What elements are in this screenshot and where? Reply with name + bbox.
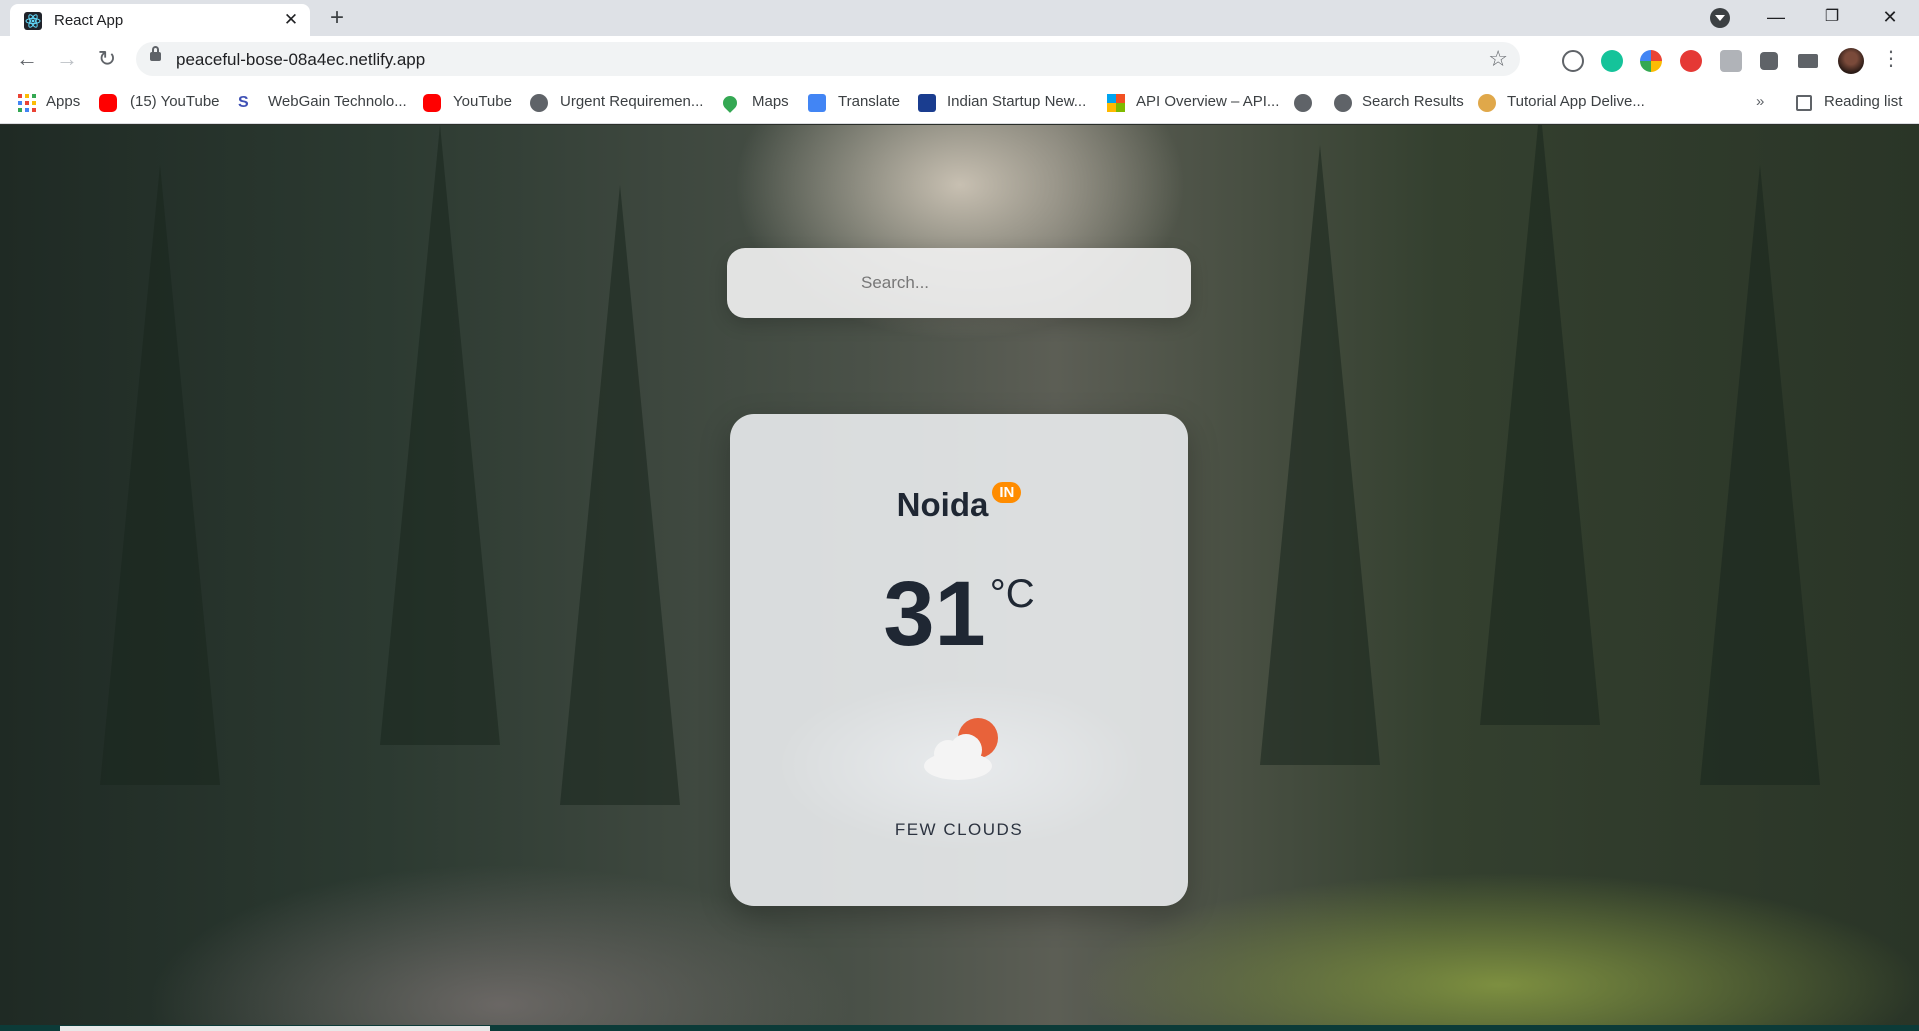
- bookmark-youtube[interactable]: YouTube: [453, 93, 512, 110]
- background-tree: [380, 125, 500, 745]
- apps-grid-icon: [18, 94, 36, 112]
- bookmark-urgent[interactable]: Urgent Requiremen...: [560, 93, 703, 110]
- react-logo-icon: [24, 12, 42, 30]
- color-extension-icon[interactable]: [1640, 50, 1662, 72]
- tab-strip: React App ✕ + — ❐ ✕: [0, 0, 1919, 36]
- weather-card: Noida IN 31 °C FEW CLOUDS: [730, 414, 1188, 906]
- lock-icon: [150, 46, 161, 61]
- puzzle-extensions-icon[interactable]: [1760, 52, 1778, 70]
- country-badge: IN: [992, 482, 1022, 503]
- url-text: peaceful-bose-08a4ec.netlify.app: [176, 50, 426, 69]
- avatar-icon: [1478, 94, 1496, 112]
- background-tree: [1260, 145, 1380, 765]
- close-window-icon[interactable]: ✕: [1870, 2, 1910, 32]
- scrollbar-thumb[interactable]: [60, 1026, 490, 1031]
- reading-list-icon: [1796, 95, 1812, 111]
- close-tab-icon[interactable]: ✕: [280, 9, 302, 31]
- new-tab-button[interactable]: +: [324, 6, 350, 32]
- bookmarks-bar: Apps (15) YouTube S WebGain Technolo... …: [0, 82, 1919, 124]
- globe-icon: [530, 94, 548, 112]
- youtube-icon: [423, 94, 441, 112]
- back-arrow-icon[interactable]: ←: [12, 44, 42, 74]
- globe-icon: [1334, 94, 1352, 112]
- isn-icon: [918, 94, 936, 112]
- address-bar[interactable]: peaceful-bose-08a4ec.netlify.app ☆: [136, 42, 1520, 76]
- background-tree: [560, 185, 680, 805]
- tab-search-icon[interactable]: [1710, 8, 1730, 28]
- adblock-icon[interactable]: [1680, 50, 1702, 72]
- performance-extension-icon[interactable]: [1562, 50, 1584, 72]
- grammarly-icon[interactable]: [1601, 50, 1623, 72]
- city-row: Noida IN: [730, 482, 1188, 524]
- search-input[interactable]: [727, 248, 1191, 318]
- youtube-icon: [99, 94, 117, 112]
- maps-pin-icon: [720, 93, 740, 113]
- forward-arrow-icon[interactable]: →: [52, 44, 82, 74]
- city-name: Noida: [896, 486, 989, 523]
- bookmark-api-overview[interactable]: API Overview – API...: [1136, 93, 1279, 110]
- background-tree: [1480, 125, 1600, 725]
- minimize-icon[interactable]: —: [1756, 2, 1796, 32]
- translate-icon: [808, 94, 826, 112]
- bookmark-translate[interactable]: Translate: [838, 93, 900, 110]
- bookmark-tutorial-app[interactable]: Tutorial App Delive...: [1507, 93, 1645, 110]
- extension-icon[interactable]: [1720, 50, 1742, 72]
- temperature-value: 31: [883, 563, 986, 665]
- few-clouds-icon: [918, 714, 1008, 784]
- bookmark-youtube-15[interactable]: (15) YouTube: [130, 93, 220, 110]
- reading-list-button[interactable]: Reading list: [1824, 93, 1902, 110]
- bookmark-search-results[interactable]: Search Results: [1362, 93, 1464, 110]
- bookmark-indian-startup[interactable]: Indian Startup New...: [947, 93, 1086, 110]
- reload-icon[interactable]: ↻: [92, 44, 122, 74]
- bookmarks-overflow-icon[interactable]: »: [1756, 93, 1764, 110]
- bookmark-maps[interactable]: Maps: [752, 93, 789, 110]
- background-tree: [1700, 165, 1820, 785]
- profile-avatar[interactable]: [1838, 48, 1864, 74]
- restore-icon[interactable]: ❐: [1812, 2, 1852, 32]
- tab-title: React App: [54, 12, 124, 29]
- media-control-icon[interactable]: [1798, 54, 1818, 68]
- browser-tab[interactable]: React App ✕: [10, 4, 310, 36]
- bookmark-star-icon[interactable]: ☆: [1488, 46, 1508, 72]
- weather-description: FEW CLOUDS: [894, 820, 1024, 839]
- webgain-icon: S: [238, 94, 249, 111]
- browser-toolbar: ← → ↻ peaceful-bose-08a4ec.netlify.app ☆…: [0, 36, 1919, 82]
- menu-dots-icon[interactable]: ⋮: [1876, 44, 1906, 74]
- background-tree: [100, 165, 220, 785]
- bookmark-apps[interactable]: Apps: [46, 93, 80, 110]
- temperature-row: 31 °C: [730, 568, 1188, 660]
- globe-icon[interactable]: [1294, 94, 1312, 112]
- temperature-unit: °C: [989, 572, 1035, 616]
- microsoft-icon: [1107, 94, 1125, 112]
- bookmark-webgain[interactable]: WebGain Technolo...: [268, 93, 407, 110]
